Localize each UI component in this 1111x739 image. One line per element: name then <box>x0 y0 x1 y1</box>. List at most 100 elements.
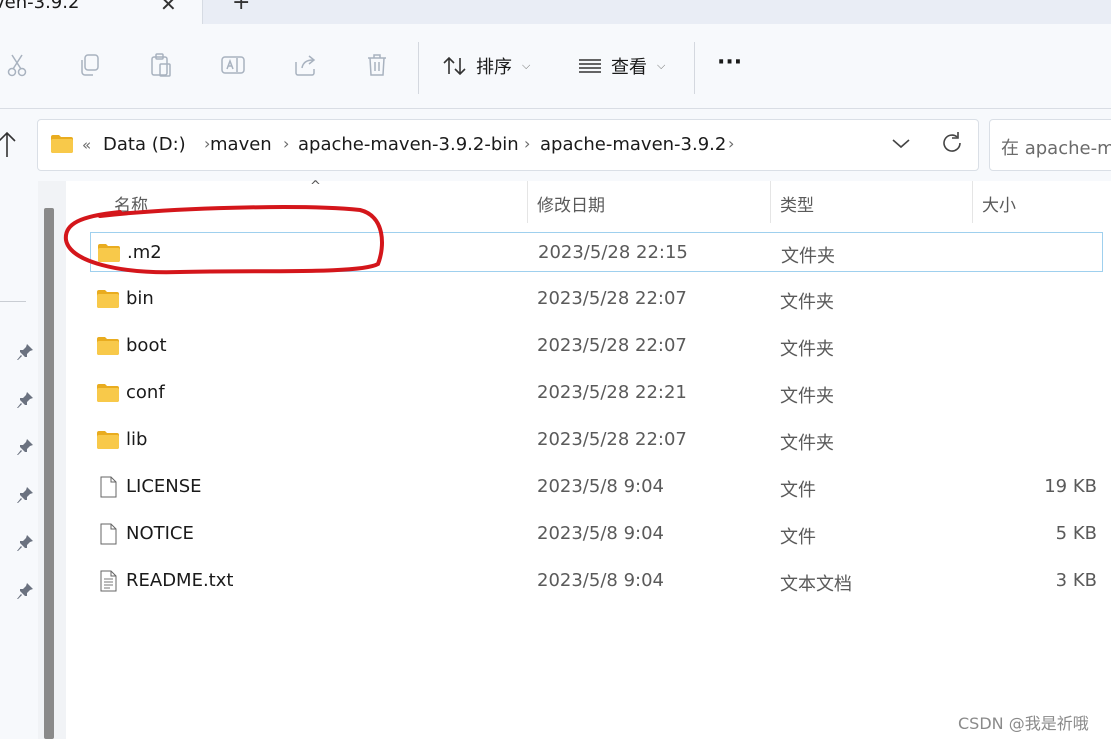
breadcrumb-separator[interactable]: › <box>728 134 734 153</box>
file-modified: 2023/5/28 22:15 <box>538 242 688 263</box>
search-placeholder: 在 apache-m <box>1001 138 1111 159</box>
chevron-down-icon[interactable] <box>890 132 912 154</box>
file-icon <box>100 476 117 498</box>
file-size: 3 KB <box>1055 570 1097 591</box>
file-type: 文件夹 <box>780 292 834 313</box>
file-modified: 2023/5/8 9:04 <box>537 523 664 544</box>
refresh-icon[interactable] <box>940 130 964 156</box>
nav-scrollbar-thumb[interactable] <box>44 208 54 739</box>
column-divider[interactable] <box>972 181 973 223</box>
folder-icon <box>97 384 119 402</box>
watermark: CSDN @我是祈哦 <box>958 714 1089 733</box>
breadcrumb-overflow[interactable]: « <box>82 136 91 154</box>
close-icon[interactable]: ✕ <box>160 0 177 16</box>
view-button[interactable]: 查看 ⌵ <box>577 52 665 80</box>
pin-icon[interactable] <box>16 438 34 456</box>
file-row[interactable]: LICENSE 2023/5/8 9:04 文件 19 KB <box>90 467 1103 507</box>
chevron-down-icon: ⌵ <box>657 59 666 72</box>
folder-icon <box>97 337 119 355</box>
pin-icon[interactable] <box>16 582 34 600</box>
file-modified: 2023/5/8 9:04 <box>537 476 664 497</box>
column-header-modified[interactable]: 修改日期 <box>537 191 605 216</box>
breadcrumb-separator[interactable]: › <box>283 134 289 153</box>
file-row[interactable]: lib 2023/5/28 22:07 文件夹 <box>90 420 1103 460</box>
file-row[interactable]: NOTICE 2023/5/8 9:04 文件 5 KB <box>90 514 1103 554</box>
file-list: ^ 名称 修改日期 类型 大小 .m2 2023/5/28 22:15 文件夹 bin… <box>66 179 1111 739</box>
new-tab-button[interactable]: + <box>232 0 250 15</box>
pin-icon[interactable] <box>16 343 34 361</box>
file-row[interactable]: bin 2023/5/28 22:07 文件夹 <box>90 279 1103 319</box>
file-type: 文件夹 <box>780 433 834 454</box>
file-name: README.txt <box>126 570 234 591</box>
tab-current[interactable]: ven-3.9.2 ✕ <box>0 0 203 24</box>
file-row[interactable]: .m2 2023/5/28 22:15 文件夹 <box>90 232 1103 272</box>
tab-title: ven-3.9.2 <box>0 0 80 13</box>
file-size: 19 KB <box>1044 476 1097 497</box>
sort-indicator: ^ <box>310 179 321 194</box>
file-modified: 2023/5/28 22:21 <box>537 382 687 403</box>
sort-button[interactable]: 排序 ⌵ <box>442 52 530 80</box>
text-file-icon <box>100 570 117 592</box>
sort-icon <box>443 56 466 76</box>
folder-icon <box>51 135 73 153</box>
file-type: 文件夹 <box>781 246 835 267</box>
breadcrumb-item[interactable]: apache-maven-3.9.2 <box>540 134 726 155</box>
toolbar: 排序 ⌵ 查看 ⌵ ··· <box>0 24 1111 109</box>
sort-label: 排序 <box>476 57 512 78</box>
file-name: bin <box>126 288 154 309</box>
pin-icon[interactable] <box>16 534 34 552</box>
column-divider[interactable] <box>527 181 528 223</box>
tab-strip: ven-3.9.2 ✕ + <box>0 0 1111 24</box>
toolbar-divider <box>694 42 695 94</box>
file-row[interactable]: boot 2023/5/28 22:07 文件夹 <box>90 326 1103 366</box>
toolbar-divider <box>418 42 419 94</box>
file-name: LICENSE <box>126 476 202 497</box>
file-name: lib <box>126 429 148 450</box>
file-icon <box>100 523 117 545</box>
nav-divider <box>0 301 26 302</box>
file-name: boot <box>126 335 167 356</box>
file-type: 文件 <box>780 480 816 501</box>
copy-icon[interactable] <box>77 52 103 78</box>
column-header-size[interactable]: 大小 <box>982 191 1016 216</box>
breadcrumb-separator[interactable]: › <box>524 134 530 153</box>
file-type: 文件夹 <box>780 339 834 360</box>
pin-icon[interactable] <box>16 486 34 504</box>
delete-icon[interactable] <box>364 52 390 78</box>
file-type: 文件夹 <box>780 386 834 407</box>
pin-icon[interactable] <box>16 391 34 409</box>
column-header-name[interactable]: 名称 <box>114 191 148 216</box>
search-box[interactable]: 在 apache-m <box>989 119 1111 171</box>
share-icon[interactable] <box>293 52 319 78</box>
view-label: 查看 <box>611 57 647 78</box>
breadcrumb-item[interactable]: apache-maven-3.9.2-bin <box>298 134 519 155</box>
column-divider[interactable] <box>770 181 771 223</box>
cut-icon[interactable] <box>4 52 30 78</box>
more-button[interactable]: ··· <box>717 48 742 76</box>
chevron-down-icon: ⌵ <box>522 59 531 72</box>
paste-icon[interactable] <box>148 52 174 78</box>
breadcrumb-item[interactable]: maven <box>210 134 272 155</box>
file-type: 文件 <box>780 527 816 548</box>
breadcrumb-item[interactable]: Data (D:) <box>103 134 186 155</box>
address-row: « Data (D:) › maven › apache-maven-3.9.2… <box>0 109 1111 181</box>
address-bar[interactable]: « Data (D:) › maven › apache-maven-3.9.2… <box>37 119 979 171</box>
up-arrow-icon[interactable] <box>0 129 18 159</box>
file-size: 5 KB <box>1055 523 1097 544</box>
navigation-pane <box>0 181 38 739</box>
folder-icon <box>97 431 119 449</box>
file-name: .m2 <box>127 242 162 263</box>
view-icon <box>579 59 601 73</box>
file-modified: 2023/5/8 9:04 <box>537 570 664 591</box>
file-modified: 2023/5/28 22:07 <box>537 429 687 450</box>
file-modified: 2023/5/28 22:07 <box>537 288 687 309</box>
column-header-type[interactable]: 类型 <box>780 191 814 216</box>
file-row[interactable]: README.txt 2023/5/8 9:04 文本文档 3 KB <box>90 561 1103 601</box>
file-row[interactable]: conf 2023/5/28 22:21 文件夹 <box>90 373 1103 413</box>
file-name: conf <box>126 382 165 403</box>
file-modified: 2023/5/28 22:07 <box>537 335 687 356</box>
file-name: NOTICE <box>126 523 194 544</box>
folder-icon <box>98 244 120 262</box>
folder-icon <box>97 290 119 308</box>
rename-icon[interactable] <box>220 52 246 78</box>
